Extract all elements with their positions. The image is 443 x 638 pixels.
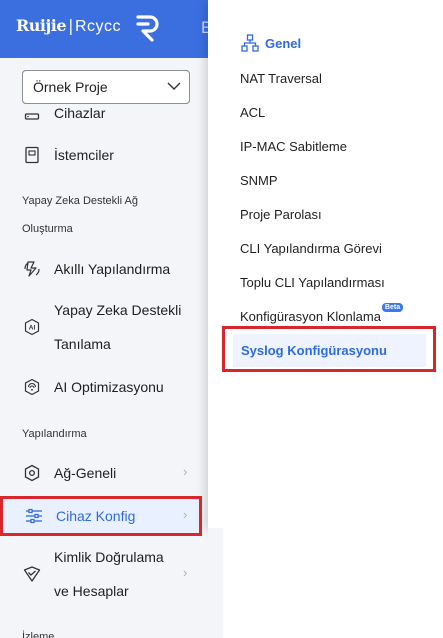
section-title-ai: Yapay Zeka Destekli Ağ bbox=[22, 195, 138, 207]
menu-item-cli-task[interactable]: CLI Yapılandırma Görevi bbox=[240, 241, 382, 256]
client-icon bbox=[22, 145, 42, 165]
svg-text:AI: AI bbox=[29, 325, 36, 332]
network-wide-icon bbox=[22, 463, 42, 483]
highlight-box-syslog bbox=[222, 326, 436, 372]
project-select-value: Örnek Proje bbox=[33, 79, 108, 95]
ai-diagnosis-icon: AI bbox=[22, 317, 42, 337]
logo-mark-icon bbox=[136, 15, 159, 42]
app-header: Ruijie | Rcycc E bbox=[0, 0, 212, 58]
section-title-monitor: İzleme bbox=[22, 631, 55, 638]
flyout-header: Genel bbox=[241, 34, 301, 52]
sidebar-item-smart-config[interactable]: Akıllı Yapılandırma bbox=[22, 252, 170, 286]
menu-item-snmp[interactable]: SNMP bbox=[240, 173, 278, 188]
sidebar: Örnek Proje Cihazlar Örnek Proje İstemci… bbox=[0, 0, 208, 638]
brand-name: Ruijie bbox=[16, 16, 67, 35]
brand-separator: | bbox=[68, 16, 73, 35]
menu-item-project-password[interactable]: Proje Parolası bbox=[240, 207, 322, 222]
auth-accounts-icon bbox=[22, 564, 42, 584]
sidebar-item-label: İstemciler bbox=[54, 147, 114, 163]
chevron-right-icon: › bbox=[183, 464, 188, 479]
sidebar-item-label: Akıllı Yapılandırma bbox=[54, 261, 171, 277]
sidebar-item-network-wide[interactable]: Ağ-Geneli bbox=[22, 456, 116, 490]
device-icon bbox=[22, 103, 42, 123]
sidebar-item-label: AI Optimizasyonu bbox=[54, 379, 164, 395]
sidebar-item-label: Ağ-Geneli bbox=[54, 465, 117, 481]
smart-config-icon bbox=[22, 259, 42, 279]
section-title-ai-cont: Oluşturma bbox=[22, 223, 73, 235]
sidebar-item-ai-optimization[interactable]: AI Optimizasyonu bbox=[22, 370, 164, 404]
chevron-down-icon bbox=[167, 82, 181, 90]
project-select-overlay[interactable]: Örnek Proje bbox=[22, 70, 190, 104]
sidebar-item-label-cont: Tanılama bbox=[54, 336, 111, 352]
network-topology-icon bbox=[241, 34, 259, 52]
sidebar-item-clients[interactable]: İstemciler bbox=[22, 138, 114, 172]
brand-logo: Ruijie | Rcycc bbox=[16, 16, 121, 36]
config-flyout-panel: Genel NAT Traversal ACL IP-MAC Sabitleme… bbox=[208, 0, 443, 528]
section-title-config: Yapılandırma bbox=[22, 428, 87, 440]
menu-item-bulk-cli[interactable]: Toplu CLI Yapılandırması bbox=[240, 275, 385, 290]
sidebar-item-label-cont: ve Hesaplar bbox=[54, 583, 129, 599]
menu-item-nat-traversal[interactable]: NAT Traversal bbox=[240, 71, 322, 86]
highlight-box-device-config bbox=[0, 496, 202, 536]
menu-item-config-clone[interactable]: Konfigürasyon KlonlamaBeta bbox=[240, 303, 404, 324]
sidebar-item-ai-diagnosis[interactable]: AI Yapay Zeka Destekli Tanılama bbox=[22, 293, 181, 361]
menu-item-acl[interactable]: ACL bbox=[240, 105, 265, 120]
content-card bbox=[223, 528, 443, 638]
brand-sub: Rcycc bbox=[74, 18, 122, 35]
menu-item-label: Konfigürasyon Klonlama bbox=[240, 309, 381, 324]
sidebar-item-auth-accounts[interactable]: Kimlik Doğrulama ve Hesaplar bbox=[22, 540, 164, 608]
menu-item-ip-mac-binding[interactable]: IP-MAC Sabitleme bbox=[240, 139, 347, 154]
beta-badge: Beta bbox=[381, 303, 404, 312]
sidebar-item-label: Yapay Zeka Destekli bbox=[54, 302, 182, 318]
chevron-right-icon: › bbox=[183, 565, 188, 580]
sidebar-item-label: Kimlik Doğrulama bbox=[54, 549, 164, 565]
content-background bbox=[208, 528, 443, 638]
flyout-header-label: Genel bbox=[265, 35, 302, 51]
ai-optimization-icon bbox=[22, 377, 42, 397]
